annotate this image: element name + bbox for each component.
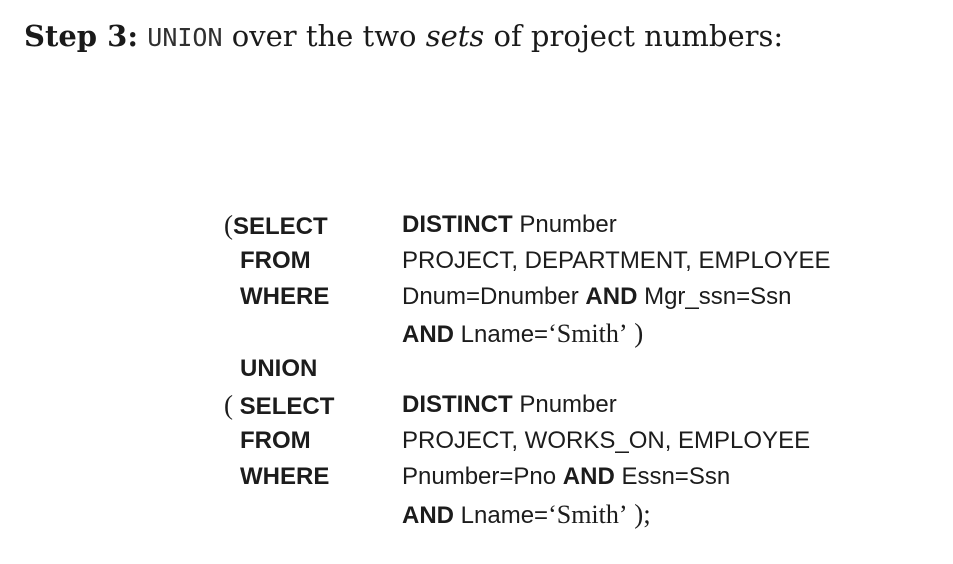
- block2-select-kw: SELECT: [239, 393, 335, 420]
- block2-cond1: Pnumber=Pno: [402, 463, 557, 490]
- block1-close: ): [627, 318, 644, 348]
- block2-select-attr: Pnumber: [519, 391, 617, 418]
- block1-cond2: Mgr_ssn=Ssn: [644, 283, 792, 310]
- block2-select-clause: DISTINCT Pnumber: [402, 387, 617, 423]
- block2-cond2: Essn=Ssn: [621, 463, 731, 490]
- block2-and-kw1: AND: [562, 463, 615, 490]
- block1-select-attr: Pnumber: [519, 211, 617, 238]
- block1-from-kw: FROM: [240, 247, 311, 274]
- block1-and-kw2: AND: [402, 321, 454, 348]
- block1-where-clause-cont: AND Lname=‘Smith’ ): [402, 315, 643, 351]
- block2-cond3-attr: Lname=: [460, 502, 549, 529]
- block1-where-kw: WHERE: [240, 283, 330, 310]
- block2-from-kw: FROM: [240, 427, 311, 454]
- block1-and-kw1: AND: [585, 283, 638, 310]
- block1-from-tables: PROJECT, DEPARTMENT, EMPLOYEE: [402, 247, 831, 274]
- block1-select-kw: SELECT: [233, 213, 328, 240]
- block1-cond1: Dnum=Dnumber: [402, 283, 579, 310]
- block2-where-kw: WHERE: [240, 463, 330, 490]
- block1-distinct-kw: DISTINCT: [402, 211, 513, 238]
- block2-literal: ‘Smith’: [548, 500, 628, 529]
- block2-where-clause-cont: AND Lname=‘Smith’ );: [402, 496, 651, 532]
- block2-close: );: [627, 499, 651, 529]
- sql-query: (SELECT DISTINCT Pnumber FROM PROJECT, D…: [0, 0, 953, 564]
- block1-cond3-attr: Lname=: [460, 321, 549, 348]
- block1-open-paren: (: [224, 210, 233, 240]
- block2-and-kw2: AND: [402, 502, 454, 529]
- block1-select-keyword: (SELECT: [224, 207, 328, 243]
- block1-select-clause: DISTINCT Pnumber: [402, 207, 617, 243]
- block2-where-clause: Pnumber=Pno AND Essn=Ssn: [402, 459, 730, 495]
- block2-from-tables: PROJECT, WORKS_ON, EMPLOYEE: [402, 427, 811, 454]
- union-kw: UNION: [240, 355, 318, 382]
- block1-literal: ‘Smith’: [548, 319, 628, 348]
- block2-distinct-kw: DISTINCT: [402, 391, 513, 418]
- block2-open-paren: (: [224, 390, 233, 420]
- block2-select-keyword: ( SELECT: [224, 387, 334, 423]
- block1-where-clause: Dnum=Dnumber AND Mgr_ssn=Ssn: [402, 279, 792, 315]
